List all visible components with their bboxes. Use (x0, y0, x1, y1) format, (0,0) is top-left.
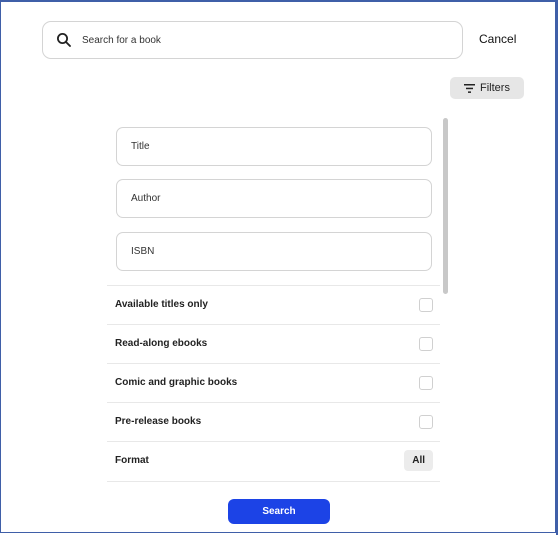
option-label: Read-along ebooks (115, 338, 208, 349)
filters-panel: Available titles only Read-along ebooks … (107, 116, 450, 484)
filters-label: Filters (480, 82, 510, 94)
search-icon (57, 33, 71, 47)
title-field[interactable] (116, 127, 432, 166)
option-available-titles[interactable]: Available titles only (107, 285, 440, 323)
pre-release-checkbox[interactable] (419, 414, 433, 429)
filters-button[interactable]: Filters (450, 77, 524, 99)
available-titles-checkbox[interactable] (419, 297, 433, 312)
read-along-checkbox[interactable] (419, 336, 433, 351)
option-label: Available titles only (115, 299, 208, 310)
author-input[interactable] (129, 192, 413, 205)
search-input[interactable] (80, 33, 424, 47)
divider (107, 481, 440, 482)
isbn-field[interactable] (116, 232, 432, 271)
search-button[interactable]: Search (228, 499, 330, 524)
filter-icon (464, 83, 476, 93)
option-comic-graphic[interactable]: Comic and graphic books (107, 363, 440, 401)
author-field[interactable] (116, 179, 432, 218)
option-pre-release[interactable]: Pre-release books (107, 402, 440, 440)
format-select[interactable]: All (404, 450, 433, 471)
option-label: Pre-release books (115, 416, 202, 427)
isbn-input[interactable] (129, 245, 413, 258)
search-bar[interactable] (42, 21, 463, 59)
option-read-along[interactable]: Read-along ebooks (107, 324, 440, 362)
format-label: Format (115, 455, 149, 466)
cancel-button[interactable]: Cancel (479, 32, 516, 46)
comic-graphic-checkbox[interactable] (419, 375, 433, 390)
option-label: Comic and graphic books (115, 377, 238, 388)
title-input[interactable] (129, 140, 413, 153)
format-row[interactable]: Format All (107, 441, 440, 479)
